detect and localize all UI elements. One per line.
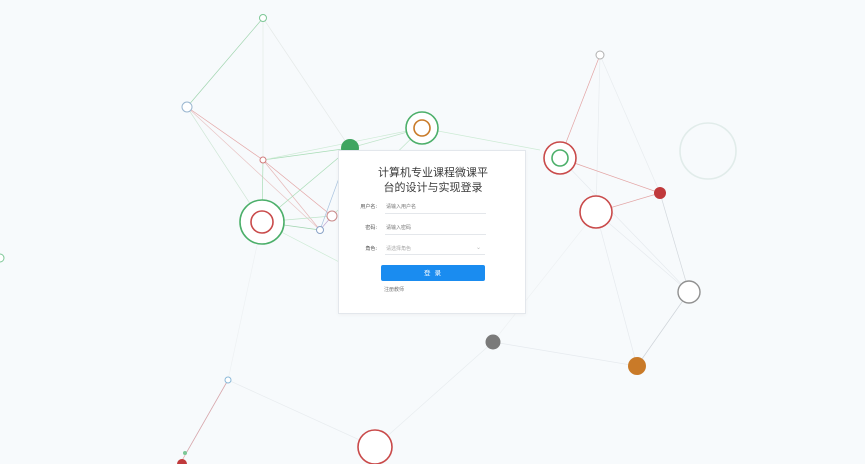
username-label: 用户名: bbox=[360, 204, 377, 210]
register-teacher-link[interactable]: 注册教师 bbox=[384, 286, 404, 294]
role-row: 角色: 请选择角色 ⌄ bbox=[349, 243, 495, 257]
network-node bbox=[177, 459, 187, 464]
network-node bbox=[326, 210, 338, 222]
network-link bbox=[262, 17, 351, 149]
username-row: 用户名: bbox=[349, 201, 495, 215]
network-node bbox=[579, 195, 613, 229]
page-title-line2: 台的设计与实现登录 bbox=[383, 181, 483, 194]
username-input[interactable] bbox=[385, 201, 486, 214]
login-page: 计算机专业课程微课平 台的设计与实现登录 用户名: 密码: 角色: 请选择角色 … bbox=[0, 0, 865, 464]
role-select[interactable]: 请选择角色 ⌄ bbox=[385, 243, 485, 255]
network-link bbox=[179, 379, 229, 464]
role-label: 角色: bbox=[365, 246, 377, 252]
network-node bbox=[0, 253, 5, 263]
network-link bbox=[636, 291, 690, 367]
network-link bbox=[595, 54, 601, 213]
network-node bbox=[250, 210, 274, 234]
network-link bbox=[186, 17, 264, 108]
network-node bbox=[654, 187, 666, 199]
network-link bbox=[227, 221, 263, 381]
network-link bbox=[421, 127, 541, 151]
network-node bbox=[551, 149, 569, 167]
password-input[interactable] bbox=[385, 222, 486, 235]
login-button[interactable]: 登 录 bbox=[381, 265, 485, 281]
password-label: 密码: bbox=[365, 225, 377, 231]
network-node bbox=[316, 226, 324, 234]
network-link bbox=[227, 379, 376, 448]
network-link bbox=[262, 147, 351, 161]
role-select-placeholder: 请选择角色 bbox=[386, 246, 412, 252]
network-node bbox=[679, 122, 737, 180]
network-node bbox=[357, 429, 393, 464]
network-link bbox=[595, 211, 638, 367]
network-link bbox=[599, 54, 661, 194]
chevron-down-icon: ⌄ bbox=[475, 244, 481, 251]
network-node bbox=[224, 376, 232, 384]
page-title: 计算机专业课程微课平 台的设计与实现登录 bbox=[339, 165, 527, 195]
network-node bbox=[595, 50, 605, 60]
network-node bbox=[183, 451, 187, 455]
network-link bbox=[374, 341, 494, 448]
network-node bbox=[181, 101, 193, 113]
network-node bbox=[628, 357, 646, 375]
network-link bbox=[186, 106, 264, 161]
page-title-line1: 计算机专业课程微课平 bbox=[378, 166, 488, 179]
network-node bbox=[485, 334, 501, 350]
network-node bbox=[677, 280, 701, 304]
login-card: 计算机专业课程微课平 台的设计与实现登录 用户名: 密码: 角色: 请选择角色 … bbox=[338, 150, 526, 314]
network-link bbox=[492, 341, 638, 367]
network-link bbox=[595, 211, 690, 293]
network-node bbox=[413, 119, 431, 137]
password-row: 密码: bbox=[349, 222, 495, 236]
network-node bbox=[259, 14, 267, 22]
network-node bbox=[259, 156, 267, 164]
